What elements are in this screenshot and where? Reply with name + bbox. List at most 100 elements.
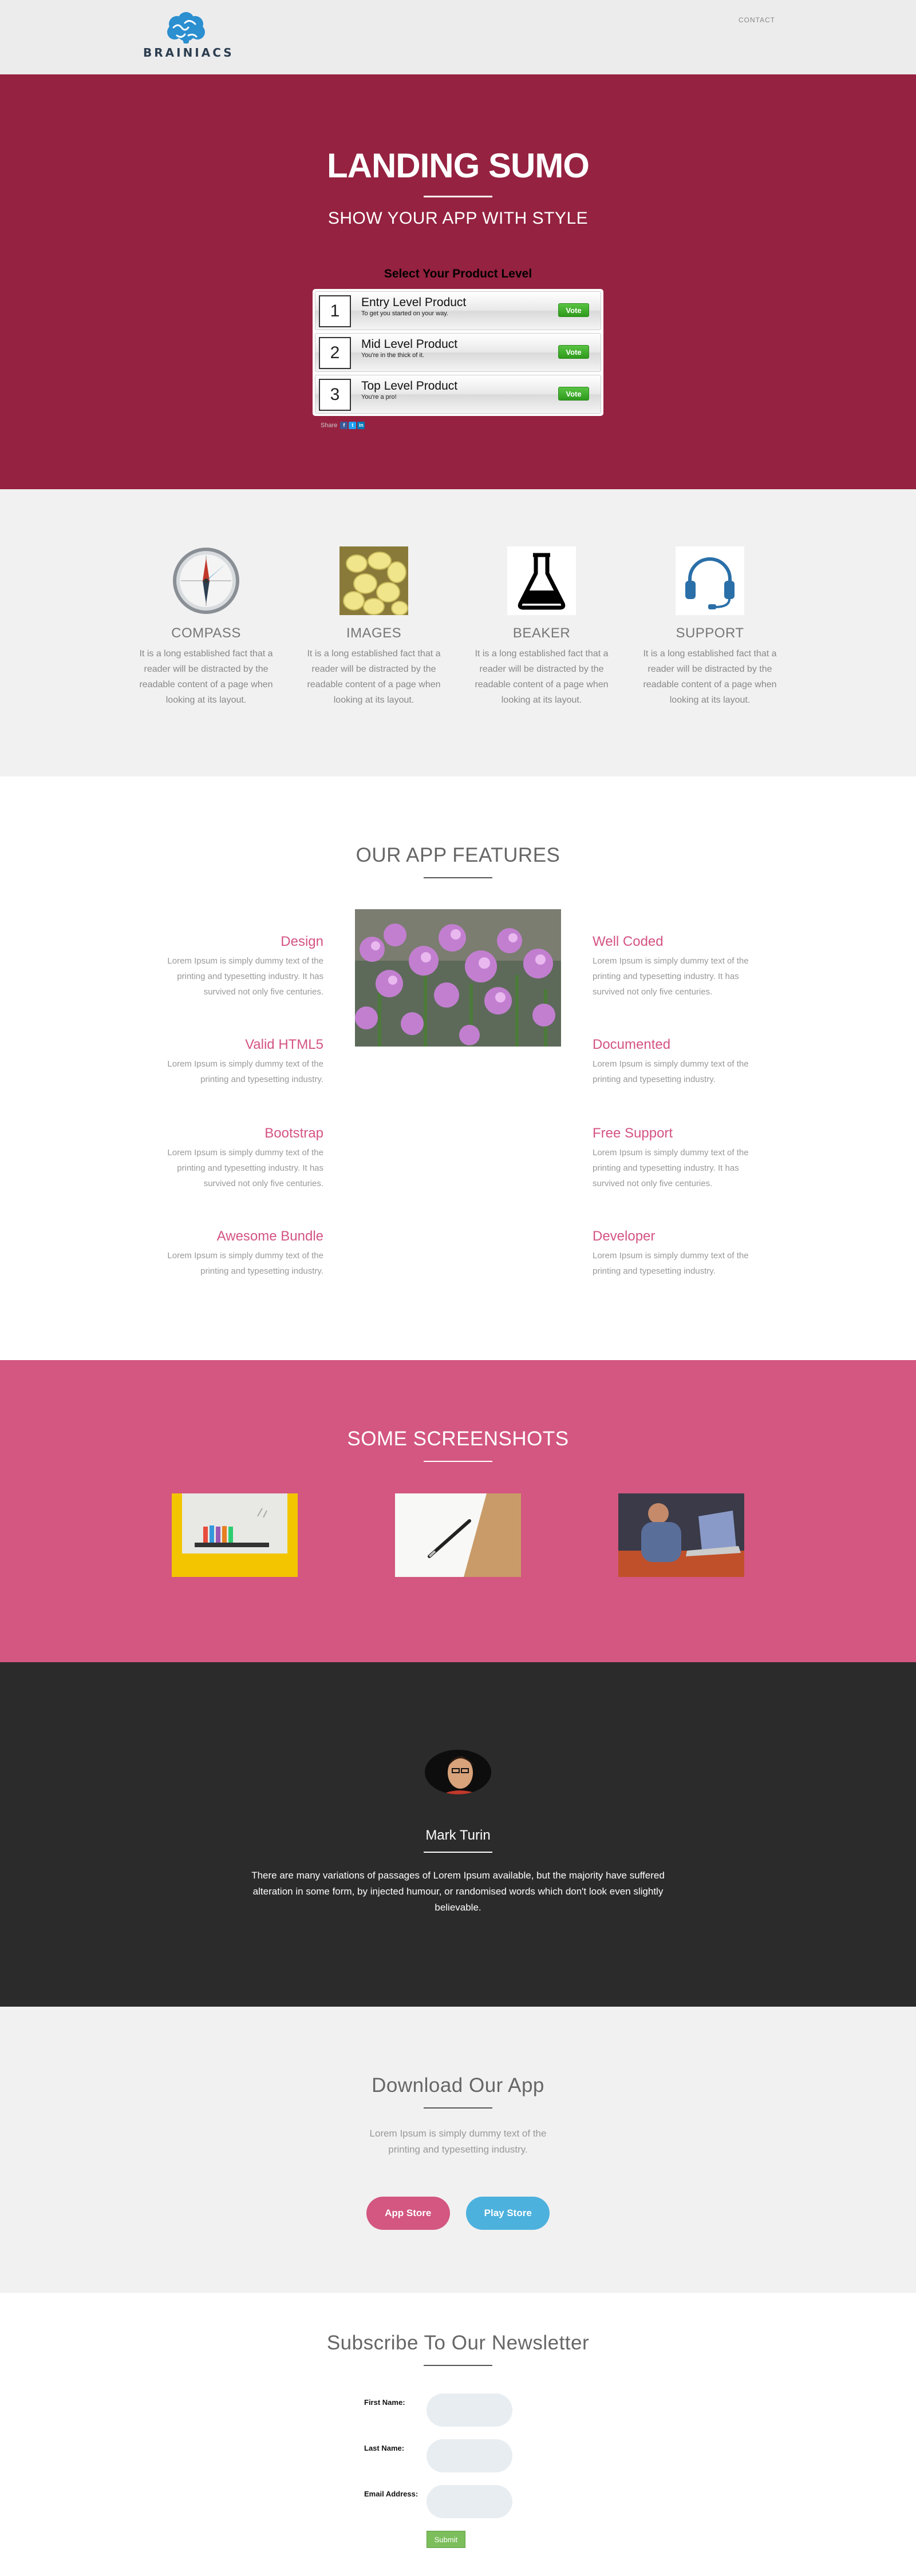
- section-title: Download Our App: [372, 2074, 544, 2097]
- app-features-section: OUR APP FEATURES Design Lorem Ipsum is s…: [0, 776, 916, 1360]
- product-number: 3: [319, 379, 351, 411]
- vote-button[interactable]: Vote: [558, 387, 589, 401]
- feature-bootstrap: Bootstrap Lorem Ipsum is simply dummy te…: [157, 1125, 323, 1191]
- share-bar: Share f t in: [313, 422, 603, 429]
- app-store-button[interactable]: App Store: [366, 2197, 450, 2230]
- feature-compass: COMPASS It is a long established fact th…: [132, 546, 281, 708]
- product-description: To get you started on your way.: [361, 310, 449, 317]
- testimonial-name: Mark Turin: [425, 1828, 491, 1843]
- feature-images: IMAGES It is a long established fact tha…: [299, 546, 448, 708]
- testimonial-divider: [424, 1852, 492, 1853]
- feature-text: Lorem Ipsum is simply dummy text of the …: [167, 1251, 323, 1276]
- screenshot-laptop[interactable]: [618, 1493, 744, 1577]
- last-name-field[interactable]: [427, 2439, 512, 2472]
- feature-text: Lorem Ipsum is simply dummy text of the …: [593, 1251, 749, 1276]
- feature-title: SUPPORT: [676, 625, 744, 641]
- hero-divider: [424, 196, 492, 197]
- feature-well-coded: Well Coded Lorem Ipsum is simply dummy t…: [593, 934, 759, 1000]
- submit-button[interactable]: Submit: [427, 2531, 465, 2548]
- feature-heading: Free Support: [593, 1125, 673, 1141]
- feature-beaker: BEAKER It is a long established fact tha…: [467, 546, 616, 708]
- newsletter-section: Subscribe To Our Newsletter First Name: …: [0, 2293, 916, 2576]
- screenshot-markers[interactable]: [172, 1493, 298, 1577]
- section-divider: [424, 1461, 492, 1462]
- feature-heading: Developer: [593, 1228, 656, 1244]
- twitter-icon[interactable]: t: [349, 422, 357, 429]
- product-name: Mid Level Product: [361, 338, 458, 351]
- feature-text: Lorem Ipsum is simply dummy text of the …: [593, 1059, 749, 1084]
- form-row-last-name: Last Name:: [0, 2439, 916, 2485]
- product-number: 2: [319, 337, 351, 369]
- linkedin-icon[interactable]: in: [357, 422, 365, 429]
- compass-icon: [172, 546, 240, 615]
- vote-button[interactable]: Vote: [558, 345, 589, 359]
- feature-title: COMPASS: [171, 625, 241, 641]
- download-section: Download Our App Lorem Ipsum is simply d…: [0, 2007, 916, 2293]
- brain-icon: [167, 12, 205, 43]
- images-icon: [339, 546, 408, 615]
- feature-text: It is a long established fact that a rea…: [475, 649, 609, 705]
- first-name-field[interactable]: [427, 2393, 512, 2427]
- download-buttons: App Store Play Store: [0, 2197, 916, 2230]
- feature-design: Design Lorem Ipsum is simply dummy text …: [157, 934, 323, 1000]
- feature-text: It is a long established fact that a rea…: [307, 649, 441, 705]
- feature-text: Lorem Ipsum is simply dummy text of the …: [167, 1148, 323, 1188]
- feature-developer: Developer Lorem Ipsum is simply dummy te…: [593, 1228, 759, 1279]
- brand-logo[interactable]: BRAINIACS: [143, 11, 234, 60]
- product-description: You're a pro!: [361, 394, 397, 401]
- product-row-entry: 1 Entry Level Product To get you started…: [315, 291, 601, 330]
- product-row-top: 3 Top Level Product You're a pro! Vote: [315, 375, 601, 414]
- form-row-email: Email Address:: [0, 2485, 916, 2531]
- first-name-label: First Name:: [364, 2398, 405, 2407]
- product-select-title: Select Your Product Level: [384, 267, 532, 280]
- screenshots-section: SOME SCREENSHOTS: [0, 1360, 916, 1662]
- feature-free-support: Free Support Lorem Ipsum is simply dummy…: [593, 1125, 759, 1191]
- hero-title: LANDING SUMO: [327, 146, 590, 185]
- last-name-label: Last Name:: [364, 2444, 405, 2452]
- email-label: Email Address:: [364, 2490, 418, 2498]
- testimonial-quote: There are many variations of passages of…: [251, 1870, 665, 1913]
- screenshot-pen[interactable]: [395, 1493, 521, 1577]
- feature-heading: Documented: [593, 1037, 671, 1052]
- section-divider: [424, 2365, 492, 2366]
- navbar: BRAINIACS CONTACT: [0, 0, 916, 74]
- product-row-mid: 2 Mid Level Product You're in the thick …: [315, 333, 601, 372]
- avatar: [425, 1750, 491, 1794]
- nav-contact-link[interactable]: CONTACT: [739, 16, 775, 24]
- section-divider: [424, 2107, 492, 2109]
- play-store-button[interactable]: Play Store: [466, 2197, 550, 2230]
- feature-icons-section: COMPASS It is a long established fact th…: [0, 489, 916, 776]
- feature-heading: Valid HTML5: [245, 1037, 323, 1052]
- logo-text: BRAINIACS: [143, 46, 234, 60]
- feature-text: It is a long established fact that a rea…: [139, 649, 273, 705]
- feature-text: Lorem Ipsum is simply dummy text of the …: [593, 1148, 749, 1188]
- form-row-first-name: First Name:: [0, 2393, 916, 2439]
- feature-support: SUPPORT It is a long established fact th…: [635, 546, 784, 708]
- feature-documented: Documented Lorem Ipsum is simply dummy t…: [593, 1037, 759, 1087]
- feature-heading: Bootstrap: [264, 1125, 323, 1141]
- feature-heading: Awesome Bundle: [216, 1228, 323, 1244]
- hero-section: LANDING SUMO SHOW YOUR APP WITH STYLE Se…: [0, 74, 916, 489]
- feature-text: It is a long established fact that a rea…: [643, 649, 777, 705]
- hero-subtitle: SHOW YOUR APP WITH STYLE: [327, 209, 589, 228]
- facebook-icon[interactable]: f: [340, 422, 348, 429]
- feature-text: Lorem Ipsum is simply dummy text of the …: [167, 956, 323, 997]
- product-name: Entry Level Product: [361, 296, 467, 309]
- product-list: 1 Entry Level Product To get you started…: [313, 289, 603, 416]
- section-title: SOME SCREENSHOTS: [347, 1428, 569, 1450]
- feature-heading: Design: [281, 934, 323, 949]
- email-field[interactable]: [427, 2485, 512, 2518]
- beaker-icon: [507, 546, 576, 615]
- feature-image-flowers: [355, 909, 561, 1047]
- product-name: Top Level Product: [361, 379, 458, 393]
- testimonial-section: Mark Turin There are many variations of …: [0, 1662, 916, 2007]
- feature-valid-html5: Valid HTML5 Lorem Ipsum is simply dummy …: [157, 1037, 323, 1087]
- feature-heading: Well Coded: [593, 934, 664, 949]
- section-title: Subscribe To Our Newsletter: [326, 2332, 590, 2354]
- feature-text: Lorem Ipsum is simply dummy text of the …: [593, 956, 749, 997]
- headset-icon: [676, 546, 744, 615]
- vote-button[interactable]: Vote: [558, 303, 589, 317]
- download-text: Lorem Ipsum is simply dummy text of the …: [369, 2128, 547, 2155]
- share-label: Share: [321, 422, 338, 429]
- feature-text: Lorem Ipsum is simply dummy text of the …: [167, 1059, 323, 1084]
